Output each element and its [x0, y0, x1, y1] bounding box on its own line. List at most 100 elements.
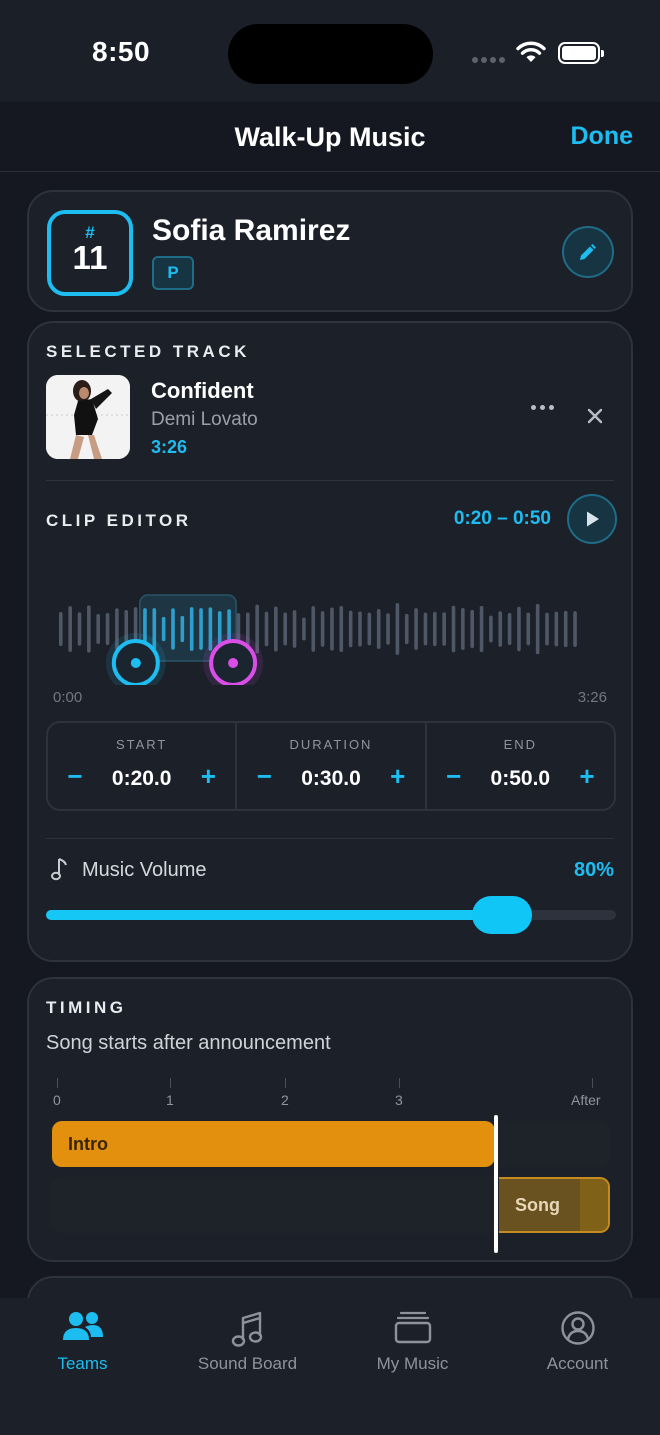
waveform-bar [77, 612, 82, 646]
waveform-bar [404, 613, 409, 645]
waveform-bar [302, 617, 306, 641]
timing-card: TIMING Song starts after announcement 0 … [27, 977, 633, 1262]
waveform-bar [311, 606, 316, 652]
end-field: END − 0:50.0 + [427, 723, 614, 809]
status-time: 8:50 [92, 36, 151, 67]
waveform-bar [292, 610, 297, 648]
jersey-number: 11 [72, 239, 108, 276]
waveform-bar [554, 611, 559, 647]
waveform-bar [161, 616, 166, 642]
tick-label-1: 1 [166, 1092, 174, 1108]
waveform-end-time: 3:26 [577, 689, 607, 706]
music-note-icon [51, 858, 67, 881]
play-clip-button[interactable] [567, 494, 617, 544]
album-art[interactable] [46, 375, 130, 459]
album-art-image [46, 375, 130, 459]
waveform-bar [105, 612, 110, 646]
tab-my-music[interactable]: My Music [330, 1298, 495, 1435]
person-circle-icon [560, 1311, 595, 1345]
remove-track-icon[interactable] [585, 406, 605, 426]
end-increment-button[interactable]: + [572, 761, 602, 791]
timeline-tick [592, 1078, 593, 1088]
waveform-bar [358, 611, 362, 647]
duration-increment-button[interactable]: + [383, 761, 413, 791]
status-bar: 8:50 [0, 0, 660, 102]
waveform-bar [320, 611, 325, 647]
edit-player-button[interactable] [562, 226, 614, 278]
volume-slider-thumb[interactable] [472, 896, 532, 934]
song-block-handle[interactable] [580, 1179, 608, 1231]
timeline-tick [170, 1078, 171, 1088]
music-volume-label: Music Volume [82, 859, 207, 881]
track-title: Confident [151, 378, 254, 403]
dynamic-island [228, 24, 433, 84]
waveform-bar [526, 612, 531, 646]
waveform-bar [489, 615, 493, 643]
volume-slider-fill [46, 910, 502, 920]
waveform-bar [461, 608, 465, 650]
pencil-icon [580, 244, 596, 260]
waveform-bar [283, 612, 287, 646]
waveform-bar [423, 612, 428, 646]
waveform-bar [573, 611, 577, 647]
waveform-bar [180, 615, 185, 643]
waveform-bar [545, 612, 549, 646]
position-badge: P [152, 256, 194, 290]
wifi-icon [516, 41, 546, 62]
waveform-bar [87, 605, 91, 653]
selected-track-heading: SELECTED TRACK [46, 342, 250, 361]
jersey-number-badge: # 11 [47, 210, 133, 296]
music-volume-slider[interactable] [46, 896, 616, 934]
waveform-bar [517, 606, 521, 652]
play-icon [587, 511, 599, 527]
tab-my-music-label: My Music [376, 1354, 449, 1373]
player-name: Sofia Ramirez [152, 214, 351, 247]
waveform-bar [395, 603, 400, 655]
waveform-start-time: 0:00 [53, 689, 83, 706]
divider [46, 838, 614, 839]
song-start-cursor[interactable] [494, 1115, 498, 1253]
tab-sound-board-label: Sound Board [197, 1354, 298, 1373]
battery-icon [558, 42, 604, 64]
start-field: START − 0:20.0 + [48, 723, 238, 809]
track-duration: 3:26 [151, 437, 188, 457]
divider [46, 480, 614, 481]
tab-account-label: Account [546, 1354, 609, 1373]
clip-range: 0:20 – 0:50 [453, 508, 551, 529]
intro-block[interactable]: Intro [52, 1121, 495, 1167]
waveform-bar [442, 612, 446, 646]
done-button[interactable]: Done [571, 122, 634, 151]
waveform-bar [348, 610, 353, 648]
tab-account[interactable]: Account [495, 1298, 660, 1435]
timing-subtitle: Song starts after announcement [46, 1032, 331, 1054]
music-volume-percent: 80% [573, 859, 614, 881]
player-card: # 11 Sofia Ramirez P [27, 190, 633, 312]
waveform[interactable] [53, 585, 613, 685]
waveform-bar [189, 607, 194, 651]
clip-fields: START − 0:20.0 + DURATION − 0:30.0 + END… [46, 721, 616, 811]
more-options-icon[interactable] [531, 405, 554, 410]
waveform-bar [376, 609, 381, 649]
waveform-bar [535, 603, 540, 655]
waveform-bar [96, 614, 100, 644]
end-caption: END [503, 737, 538, 752]
timeline-tick [57, 1078, 58, 1088]
waveform-bar [171, 608, 175, 650]
people-icon [62, 1312, 103, 1340]
waveform-bar [59, 611, 63, 647]
cellular-signal-icon [472, 57, 505, 63]
track-card: SELECTED TRACK Confident Demi Lovato 3:2… [27, 321, 633, 962]
tab-teams[interactable]: Teams [0, 1298, 165, 1435]
waveform-bar [498, 611, 503, 647]
song-block[interactable]: Song [499, 1177, 610, 1233]
start-increment-button[interactable]: + [193, 761, 223, 791]
song-block-label: Song [515, 1195, 560, 1215]
waveform-bar [330, 607, 334, 651]
tick-label-after: After [571, 1092, 601, 1108]
page-title: Walk-Up Music [234, 122, 426, 152]
music-note-icon [231, 1311, 262, 1347]
timing-heading: TIMING [46, 998, 127, 1017]
waveform-bar [386, 613, 390, 645]
waveform-bar [264, 611, 269, 647]
tab-sound-board[interactable]: Sound Board [165, 1298, 330, 1435]
